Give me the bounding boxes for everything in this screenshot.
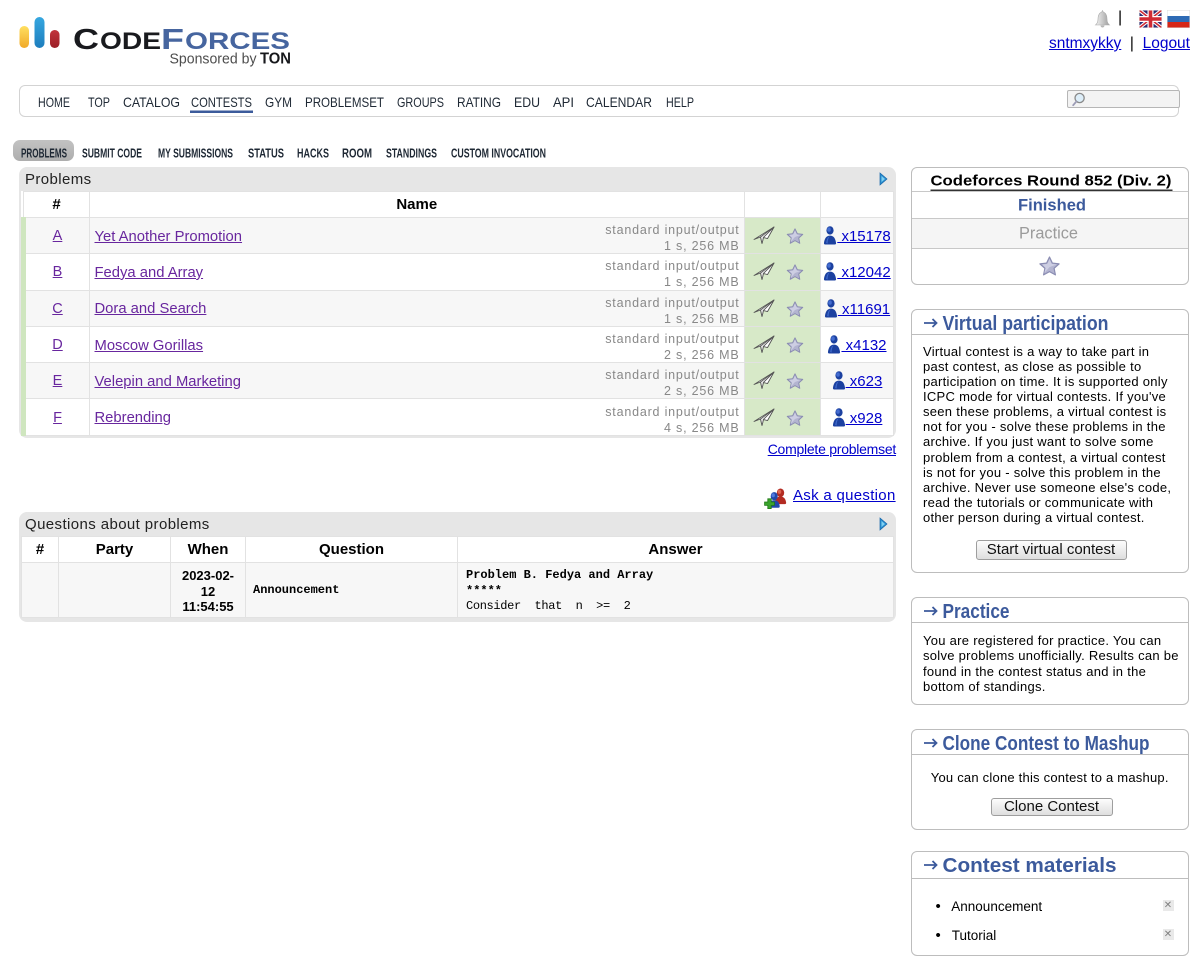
svg-text:GYM: GYM <box>265 94 292 110</box>
svg-text:CONTESTS: CONTESTS <box>191 94 252 110</box>
svg-text:Practice: Practice <box>1019 223 1078 242</box>
svg-text:Practice: Practice <box>942 601 1009 622</box>
svg-text:HOME: HOME <box>38 94 70 110</box>
svg-text:STATUS: STATUS <box>248 146 284 161</box>
svg-text:Sponsored by: Sponsored by <box>170 51 257 68</box>
svg-text:SUBMIT CODE: SUBMIT CODE <box>82 146 142 161</box>
svg-text:CUSTOM INVOCATION: CUSTOM INVOCATION <box>451 146 546 161</box>
svg-text:Codeforces Round 852 (Div. 2): Codeforces Round 852 (Div. 2) <box>930 172 1171 189</box>
svg-text:CATALOG: CATALOG <box>123 94 180 110</box>
svg-text:ROOM: ROOM <box>342 146 372 161</box>
svg-text:Virtual participation: Virtual participation <box>942 313 1108 334</box>
svg-text:GROUPS: GROUPS <box>397 94 444 110</box>
svg-text:RATING: RATING <box>457 94 501 110</box>
svg-text:Clone Contest to Mashup: Clone Contest to Mashup <box>942 733 1149 754</box>
svg-text:TOP: TOP <box>88 94 110 110</box>
svg-text:Finished: Finished <box>1018 195 1086 214</box>
svg-text:API: API <box>553 94 574 110</box>
svg-text:HELP: HELP <box>666 94 694 110</box>
svg-text:EDU: EDU <box>514 94 540 110</box>
svg-text:HACKS: HACKS <box>297 146 329 161</box>
svg-text:CALENDAR: CALENDAR <box>586 94 652 110</box>
svg-text:Contest materials: Contest materials <box>942 855 1116 876</box>
svg-text:PROBLEMS: PROBLEMS <box>21 146 67 161</box>
svg-text:MY SUBMISSIONS: MY SUBMISSIONS <box>158 146 233 161</box>
svg-text:STANDINGS: STANDINGS <box>386 146 437 161</box>
svg-text:PROBLEMSET: PROBLEMSET <box>305 94 384 110</box>
svg-text:TON: TON <box>260 51 291 68</box>
